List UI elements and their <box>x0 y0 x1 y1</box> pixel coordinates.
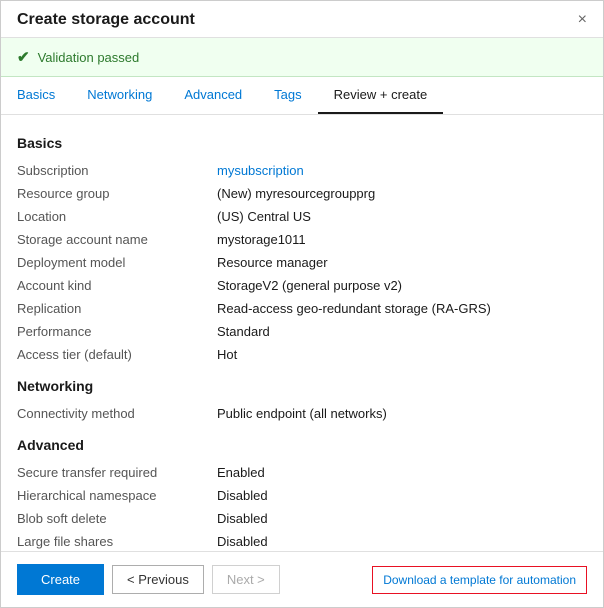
value-storage-account-name: mystorage1011 <box>217 232 306 247</box>
field-storage-account-name: Storage account name mystorage1011 <box>17 228 587 251</box>
value-account-kind: StorageV2 (general purpose v2) <box>217 278 402 293</box>
next-button[interactable]: Next > <box>212 565 280 594</box>
field-secure-transfer: Secure transfer required Enabled <box>17 461 587 484</box>
label-hierarchical-namespace: Hierarchical namespace <box>17 488 217 503</box>
value-location: (US) Central US <box>217 209 311 224</box>
tab-basics[interactable]: Basics <box>17 77 71 114</box>
basics-section: Basics Subscription mysubscription Resou… <box>17 135 587 366</box>
footer: Create < Previous Next > Download a temp… <box>1 551 603 607</box>
value-deployment-model: Resource manager <box>217 255 328 270</box>
create-button[interactable]: Create <box>17 564 104 595</box>
field-connectivity-method: Connectivity method Public endpoint (all… <box>17 402 587 425</box>
review-content: Basics Subscription mysubscription Resou… <box>1 115 603 551</box>
value-access-tier: Hot <box>217 347 237 362</box>
label-replication: Replication <box>17 301 217 316</box>
label-location: Location <box>17 209 217 224</box>
label-connectivity-method: Connectivity method <box>17 406 217 421</box>
label-access-tier: Access tier (default) <box>17 347 217 362</box>
field-subscription: Subscription mysubscription <box>17 159 587 182</box>
value-large-file-shares: Disabled <box>217 534 268 549</box>
check-icon: ✔ <box>17 48 30 66</box>
field-deployment-model: Deployment model Resource manager <box>17 251 587 274</box>
basics-section-title: Basics <box>17 135 587 151</box>
label-large-file-shares: Large file shares <box>17 534 217 549</box>
field-account-kind: Account kind StorageV2 (general purpose … <box>17 274 587 297</box>
field-blob-soft-delete: Blob soft delete Disabled <box>17 507 587 530</box>
advanced-section-title: Advanced <box>17 437 587 453</box>
title-bar: Create storage account × <box>1 1 603 38</box>
tab-networking[interactable]: Networking <box>71 77 168 114</box>
download-template-button[interactable]: Download a template for automation <box>372 566 587 594</box>
value-hierarchical-namespace: Disabled <box>217 488 268 503</box>
label-deployment-model: Deployment model <box>17 255 217 270</box>
value-secure-transfer: Enabled <box>217 465 265 480</box>
tab-review[interactable]: Review + create <box>318 77 444 114</box>
field-replication: Replication Read-access geo-redundant st… <box>17 297 587 320</box>
label-blob-soft-delete: Blob soft delete <box>17 511 217 526</box>
tab-tags[interactable]: Tags <box>258 77 317 114</box>
networking-section: Networking Connectivity method Public en… <box>17 378 587 425</box>
value-performance: Standard <box>217 324 270 339</box>
window: Create storage account × ✔ Validation pa… <box>0 0 604 608</box>
tab-advanced[interactable]: Advanced <box>168 77 258 114</box>
field-location: Location (US) Central US <box>17 205 587 228</box>
field-hierarchical-namespace: Hierarchical namespace Disabled <box>17 484 587 507</box>
advanced-section: Advanced Secure transfer required Enable… <box>17 437 587 551</box>
previous-button[interactable]: < Previous <box>112 565 204 594</box>
networking-section-title: Networking <box>17 378 587 394</box>
label-secure-transfer: Secure transfer required <box>17 465 217 480</box>
value-replication: Read-access geo-redundant storage (RA-GR… <box>217 301 491 316</box>
tabs-bar: Basics Networking Advanced Tags Review +… <box>1 77 603 115</box>
validation-banner: ✔ Validation passed <box>1 38 603 77</box>
page-title: Create storage account <box>17 11 195 29</box>
label-resource-group: Resource group <box>17 186 217 201</box>
field-resource-group: Resource group (New) myresourcegroupprg <box>17 182 587 205</box>
value-blob-soft-delete: Disabled <box>217 511 268 526</box>
close-button[interactable]: × <box>578 12 587 28</box>
value-connectivity-method: Public endpoint (all networks) <box>217 406 387 421</box>
label-storage-account-name: Storage account name <box>17 232 217 247</box>
field-performance: Performance Standard <box>17 320 587 343</box>
label-account-kind: Account kind <box>17 278 217 293</box>
label-performance: Performance <box>17 324 217 339</box>
validation-message: Validation passed <box>38 50 140 65</box>
field-access-tier: Access tier (default) Hot <box>17 343 587 366</box>
value-resource-group: (New) myresourcegroupprg <box>217 186 375 201</box>
value-subscription: mysubscription <box>217 163 304 178</box>
field-large-file-shares: Large file shares Disabled <box>17 530 587 551</box>
label-subscription: Subscription <box>17 163 217 178</box>
